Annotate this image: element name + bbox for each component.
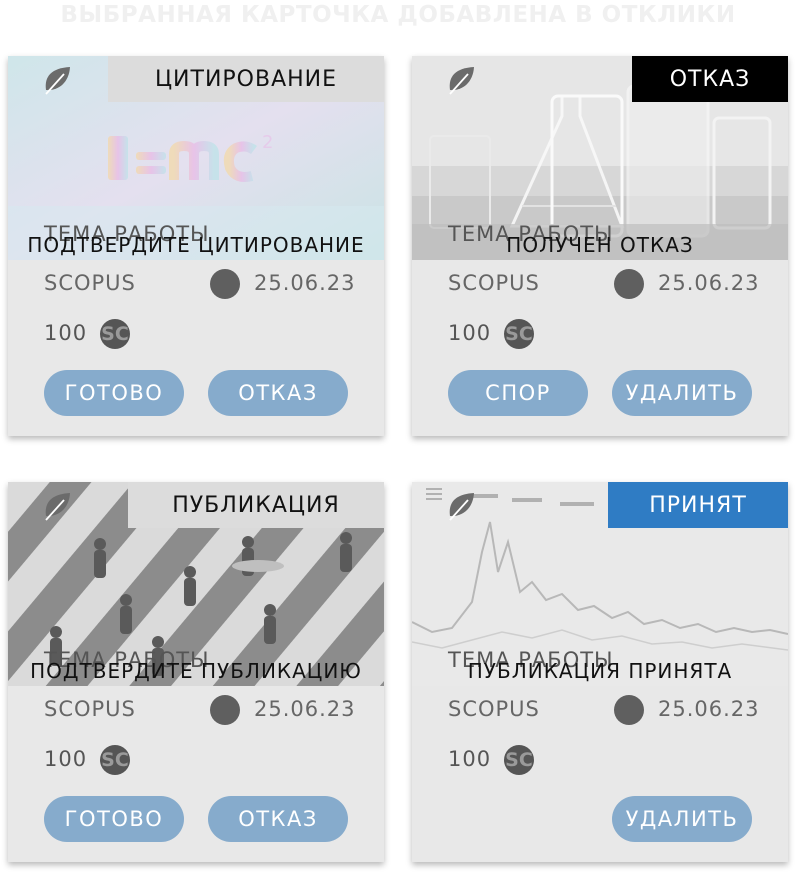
- status-message: ПОДТВЕРДИТЕ ПУБЛИКАЦИЮ: [30, 659, 362, 683]
- page-title: ВЫБРАННАЯ КАРТОЧКА ДОБАВЛЕНА В ОТКЛИКИ: [60, 2, 736, 28]
- source-label: SCOPUS: [448, 697, 540, 721]
- status-badge: ПУБЛИКАЦИЯ: [128, 482, 384, 528]
- refuse-button[interactable]: ОТКАЗ: [208, 370, 348, 416]
- response-card-accepted[interactable]: ПРИНЯТ ТЕМА РАБОТЫ ПУБЛИКАЦИЯ ПРИНЯТА SC…: [412, 482, 788, 862]
- clock-icon: [614, 269, 644, 299]
- points-value: 100: [448, 321, 492, 345]
- leaf-icon: [449, 67, 474, 95]
- clock-icon: [614, 695, 644, 725]
- dispute-button[interactable]: СПОР: [448, 370, 588, 416]
- points-value: 100: [44, 747, 88, 771]
- response-card-publication[interactable]: ПУБЛИКАЦИЯ ТЕМА РАБОТЫ ПОДТВЕРДИТЕ ПУБЛИ…: [8, 482, 384, 862]
- svg-text:2: 2: [262, 132, 273, 153]
- status-badge: ПРИНЯТ: [608, 482, 788, 528]
- status-badge: ЦИТИРОВАНИЕ: [108, 56, 384, 102]
- done-button[interactable]: ГОТОВО: [44, 796, 184, 842]
- source-label: SCOPUS: [448, 271, 540, 295]
- leaf-icon: [45, 493, 70, 521]
- coin-icon: SC: [504, 319, 534, 349]
- status-message: ПОЛУЧЕН ОТКАЗ: [506, 233, 694, 257]
- response-card-refusal[interactable]: ОТКАЗ ТЕМА РАБОТЫ ПОЛУЧЕН ОТКАЗ SCOPUS 2…: [412, 56, 788, 436]
- date-label: 25.06.23: [254, 697, 356, 721]
- status-badge: ОТКАЗ: [632, 56, 788, 102]
- source-label: SCOPUS: [44, 697, 136, 721]
- clock-icon: [210, 695, 240, 725]
- date-label: 25.06.23: [658, 271, 760, 295]
- source-label: SCOPUS: [44, 271, 136, 295]
- coin-icon: SC: [504, 745, 534, 775]
- date-label: 25.06.23: [658, 697, 760, 721]
- coin-icon: SC: [100, 745, 130, 775]
- clock-icon: [210, 269, 240, 299]
- points-value: 100: [44, 321, 88, 345]
- date-label: 25.06.23: [254, 271, 356, 295]
- status-message: ПУБЛИКАЦИЯ ПРИНЯТА: [467, 659, 733, 683]
- done-button[interactable]: ГОТОВО: [44, 370, 184, 416]
- points-value: 100: [448, 747, 492, 771]
- refuse-button[interactable]: ОТКАЗ: [208, 796, 348, 842]
- coin-icon: SC: [100, 319, 130, 349]
- status-message: ПОДТВЕРДИТЕ ЦИТИРОВАНИЕ: [27, 233, 365, 257]
- leaf-icon: [45, 67, 70, 95]
- delete-button[interactable]: УДАЛИТЬ: [612, 796, 752, 842]
- leaf-icon: [449, 493, 474, 521]
- delete-button[interactable]: УДАЛИТЬ: [612, 370, 752, 416]
- response-card-citation[interactable]: 2 ЦИТИРОВАНИЕ ТЕМА РАБОТЫ ПОДТВЕРДИТЕ ЦИ…: [8, 56, 384, 436]
